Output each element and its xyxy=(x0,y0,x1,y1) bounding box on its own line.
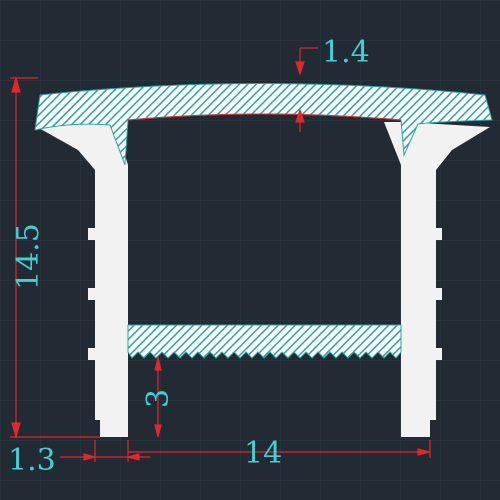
dim-wall-thickness-label: 1.3 xyxy=(8,443,56,478)
dim-top-thickness-label: 1.4 xyxy=(322,35,370,70)
dim-overall-height-label: 14.5 xyxy=(11,223,46,290)
cad-drawing: 1.4 14.5 3 1.3 14 xyxy=(0,0,500,500)
bottom-rib-section xyxy=(127,324,402,359)
dim-bottom-rib-height-label: 3 xyxy=(141,389,176,408)
dim-overall-width-label: 14 xyxy=(244,436,282,471)
